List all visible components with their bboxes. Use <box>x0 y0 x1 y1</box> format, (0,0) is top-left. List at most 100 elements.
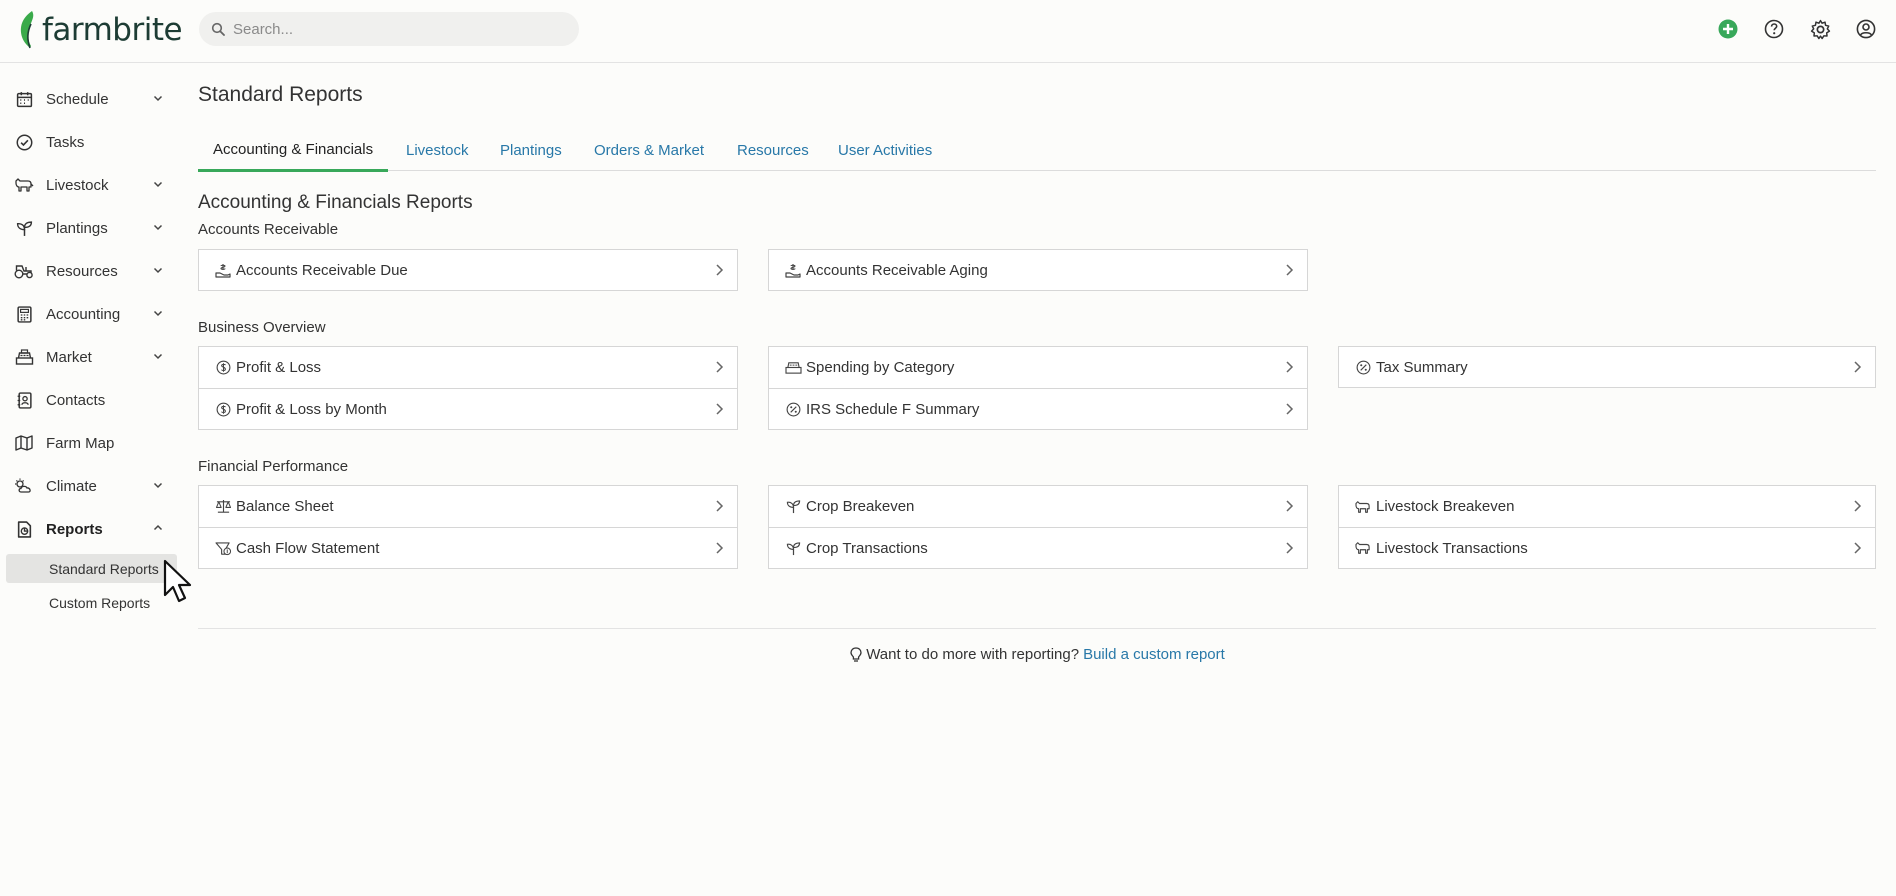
settings-icon[interactable] <box>1808 17 1832 41</box>
report-crop-breakeven[interactable]: Crop Breakeven <box>769 486 1307 527</box>
tractor-icon <box>14 261 34 281</box>
group-title-accounts-receivable: Accounts Receivable <box>198 221 339 238</box>
search-box[interactable] <box>199 12 579 46</box>
report-label: Crop Transactions <box>806 539 928 557</box>
report-tabs: Accounting & Financials Livestock Planti… <box>198 129 1876 172</box>
report-profit-loss[interactable]: Profit & Loss <box>199 347 737 388</box>
divider <box>198 628 1876 629</box>
report-livestock-transactions[interactable]: Livestock Transactions <box>1339 527 1875 568</box>
group-title-business-overview: Business Overview <box>198 319 326 336</box>
chevron-down-icon <box>153 482 163 489</box>
report-card: Livestock Breakeven Livestock Transactio… <box>1338 485 1876 569</box>
sidebar-item-label: Livestock <box>46 176 109 194</box>
sidebar-item-label: Plantings <box>46 219 108 237</box>
report-card: Accounts Receivable Due <box>198 249 738 291</box>
chevron-right-icon <box>716 361 724 373</box>
report-crop-transactions[interactable]: Crop Transactions <box>769 527 1307 568</box>
search-icon <box>211 22 225 36</box>
sidebar-item-resources[interactable]: Resources <box>0 251 180 291</box>
sidebar-item-label: Market <box>46 348 92 366</box>
lightbulb-icon <box>850 646 862 662</box>
report-balance-sheet[interactable]: Balance Sheet <box>199 486 737 527</box>
tab-orders-market[interactable]: Orders & Market <box>579 129 719 171</box>
tab-plantings[interactable]: Plantings <box>485 129 577 171</box>
report-icon <box>14 519 34 539</box>
footer-text: Want to do more with reporting? <box>866 646 1080 663</box>
sidebar-item-label: Climate <box>46 477 97 495</box>
sidebar-item-contacts[interactable]: Contacts <box>0 380 180 420</box>
report-card: Crop Breakeven Crop Transactions <box>768 485 1308 569</box>
report-accounts-receivable-due[interactable]: Accounts Receivable Due <box>199 250 737 291</box>
report-label: Balance Sheet <box>236 498 334 515</box>
report-label: Livestock Breakeven <box>1376 498 1515 515</box>
sprout-icon <box>784 498 802 516</box>
cash-flow-icon <box>214 539 232 557</box>
report-card: Accounts Receivable Aging <box>768 249 1308 291</box>
page-title: Standard Reports <box>198 83 363 106</box>
sidebar-item-farm-map[interactable]: Farm Map <box>0 423 180 463</box>
sidebar-subitem-standard-reports[interactable]: Standard Reports <box>6 554 177 583</box>
register-icon <box>14 347 34 367</box>
user-icon[interactable] <box>1854 17 1878 41</box>
tab-resources[interactable]: Resources <box>722 129 824 171</box>
calendar-icon <box>14 89 34 109</box>
report-accounts-receivable-aging[interactable]: Accounts Receivable Aging <box>769 250 1307 291</box>
report-irs-schedule-f-summary[interactable]: IRS Schedule F Summary <box>769 388 1307 429</box>
report-tax-summary[interactable]: Tax Summary <box>1339 347 1875 388</box>
chevron-right-icon <box>1286 500 1294 512</box>
farmbrite-logo[interactable]: farmbrite <box>18 8 183 52</box>
report-livestock-breakeven[interactable]: Livestock Breakeven <box>1339 486 1875 527</box>
footer-note: Want to do more with reporting? Build a … <box>198 646 1876 663</box>
sidebar-item-plantings[interactable]: Plantings <box>0 208 180 248</box>
chevron-down-icon <box>153 310 163 317</box>
livestock-icon <box>1354 498 1372 516</box>
report-card: Spending by Category IRS Schedule F Summ… <box>768 346 1308 430</box>
sidebar-item-livestock[interactable]: Livestock <box>0 165 180 205</box>
livestock-icon <box>1354 539 1372 557</box>
sidebar-item-tasks[interactable]: Tasks <box>0 122 180 162</box>
sidebar-item-market[interactable]: Market <box>0 337 180 377</box>
report-label: Crop Breakeven <box>806 498 915 515</box>
chevron-down-icon <box>153 181 163 188</box>
tab-livestock[interactable]: Livestock <box>391 129 484 171</box>
build-custom-report-link[interactable]: Build a custom report <box>1083 646 1225 663</box>
report-label: Accounts Receivable Due <box>236 262 408 279</box>
percent-circle-icon <box>784 400 802 418</box>
add-circle-icon[interactable] <box>1716 17 1740 41</box>
weather-icon <box>14 476 34 496</box>
tab-user-activities[interactable]: User Activities <box>823 129 947 171</box>
sidebar-item-climate[interactable]: Climate <box>0 466 180 506</box>
hand-money-icon <box>214 262 232 280</box>
chevron-down-icon <box>153 224 163 231</box>
sidebar-item-label: Reports <box>46 520 103 538</box>
chevron-right-icon <box>716 403 724 415</box>
chevron-right-icon <box>1854 542 1862 554</box>
chevron-up-icon <box>153 524 163 531</box>
chevron-down-icon <box>153 353 163 360</box>
sprout-icon <box>14 218 34 238</box>
search-input[interactable] <box>233 20 553 38</box>
percent-circle-icon <box>1354 359 1372 377</box>
calculator-icon <box>14 304 34 324</box>
logo-text: farmbrite <box>42 12 183 48</box>
chevron-right-icon <box>1286 264 1294 276</box>
help-icon[interactable] <box>1762 17 1786 41</box>
livestock-icon <box>14 175 34 195</box>
sidebar-item-accounting[interactable]: Accounting <box>0 294 180 334</box>
report-card: Balance Sheet Cash Flow Statement <box>198 485 738 569</box>
chevron-right-icon <box>716 500 724 512</box>
report-label: IRS Schedule F Summary <box>806 400 980 418</box>
sidebar-item-reports[interactable]: Reports <box>0 509 180 549</box>
tab-accounting-financials[interactable]: Accounting & Financials <box>198 129 389 172</box>
top-bar: farmbrite <box>0 0 1896 63</box>
chevron-down-icon <box>153 267 163 274</box>
sidebar-subitem-custom-reports[interactable]: Custom Reports <box>6 588 177 617</box>
report-label: Cash Flow Statement <box>236 539 380 557</box>
chevron-right-icon <box>1286 403 1294 415</box>
report-profit-loss-by-month[interactable]: Profit & Loss by Month <box>199 388 737 429</box>
report-cash-flow-statement[interactable]: Cash Flow Statement <box>199 527 737 568</box>
sidebar-item-schedule[interactable]: Schedule <box>0 79 180 119</box>
report-label: Profit & Loss <box>236 359 322 376</box>
sidebar-item-label: Contacts <box>46 391 106 409</box>
report-spending-by-category[interactable]: Spending by Category <box>769 347 1307 388</box>
